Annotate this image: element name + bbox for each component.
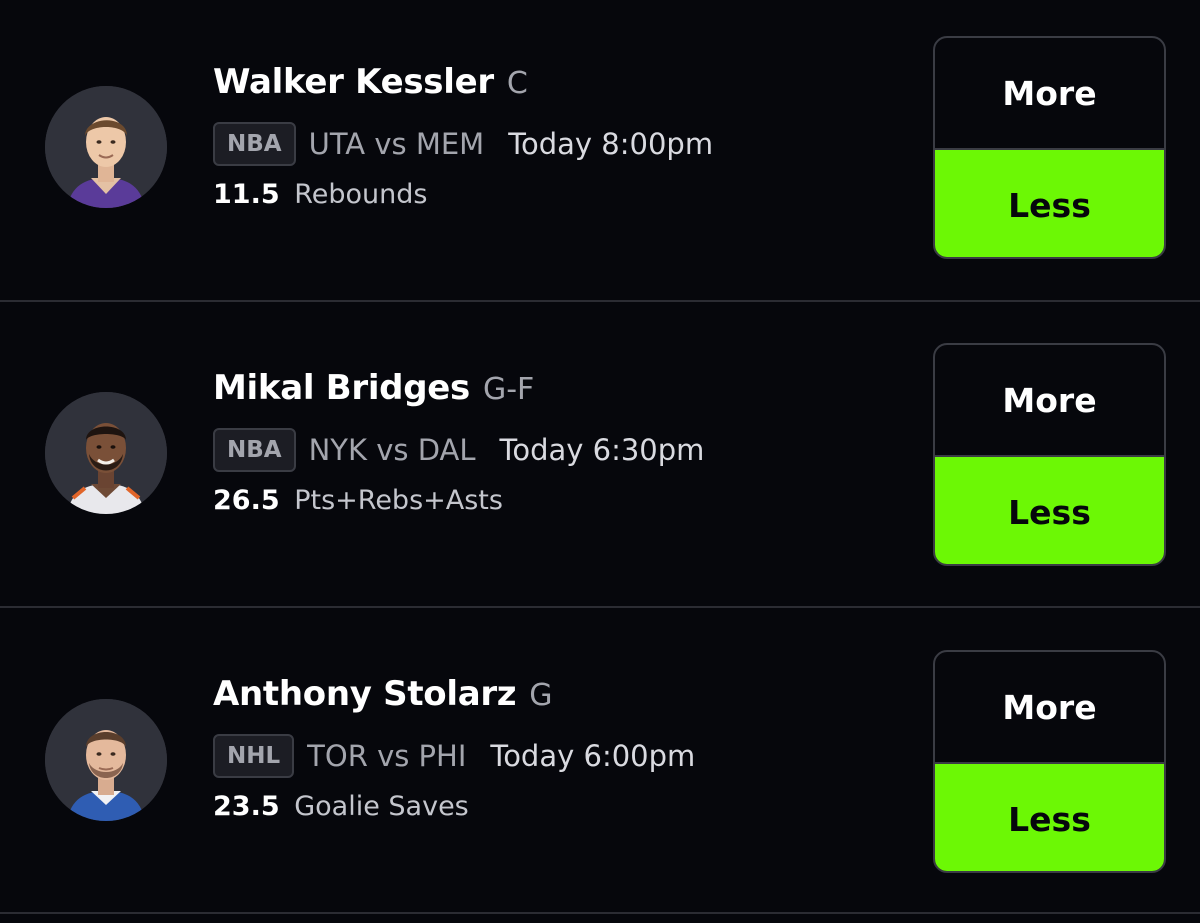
line-value: 26.5 — [213, 485, 280, 516]
matchup-text: UTA vs MEM — [308, 127, 485, 161]
league-badge: NBA — [213, 428, 296, 472]
player-avatar — [45, 392, 167, 514]
stat-line: 26.5 Pts+Rebs+Asts — [213, 485, 704, 516]
league-badge: NBA — [213, 122, 296, 166]
player-position: G-F — [482, 372, 535, 407]
matchup-text: TOR vs PHI — [307, 739, 467, 773]
less-button[interactable]: Less — [935, 457, 1164, 564]
player-name-line: Mikal Bridges G-F — [213, 368, 704, 418]
pick-info: Anthony Stolarz G NHL TOR vs PHI Today 6… — [213, 674, 695, 822]
player-pick-row: Anthony Stolarz G NHL TOR vs PHI Today 6… — [0, 612, 1200, 914]
player-name: Anthony Stolarz — [213, 674, 517, 714]
player-name-line: Walker Kessler C — [213, 62, 713, 112]
more-button[interactable]: More — [935, 38, 1164, 150]
stat-type: Goalie Saves — [294, 791, 469, 822]
more-less-toggle: More Less — [933, 343, 1166, 566]
less-button[interactable]: Less — [935, 150, 1164, 257]
game-meta-line: NBA NYK vs DAL Today 6:30pm — [213, 425, 704, 475]
league-badge: NHL — [213, 734, 295, 778]
player-pick-row: Mikal Bridges G-F NBA NYK vs DAL Today 6… — [0, 306, 1200, 608]
game-time: Today 8:00pm — [508, 127, 714, 161]
player-headshot-icon — [45, 86, 167, 208]
player-avatar — [45, 699, 167, 821]
more-less-toggle: More Less — [933, 650, 1166, 873]
more-less-toggle: More Less — [933, 36, 1166, 259]
stat-line: 11.5 Rebounds — [213, 179, 713, 210]
player-headshot-icon — [45, 392, 167, 514]
player-pick-list: Walker Kessler C NBA UTA vs MEM Today 8:… — [0, 0, 1200, 923]
more-button[interactable]: More — [935, 345, 1164, 457]
stat-type: Rebounds — [294, 179, 428, 210]
pick-info: Walker Kessler C NBA UTA vs MEM Today 8:… — [213, 62, 713, 210]
player-headshot-icon — [45, 699, 167, 821]
less-button[interactable]: Less — [935, 764, 1164, 871]
player-avatar — [45, 86, 167, 208]
player-pick-row: Walker Kessler C NBA UTA vs MEM Today 8:… — [0, 0, 1200, 302]
matchup-text: NYK vs DAL — [308, 433, 476, 467]
game-meta-line: NHL TOR vs PHI Today 6:00pm — [213, 731, 695, 781]
stat-line: 23.5 Goalie Saves — [213, 791, 695, 822]
stat-type: Pts+Rebs+Asts — [294, 485, 503, 516]
line-value: 11.5 — [213, 179, 280, 210]
player-name: Mikal Bridges — [213, 368, 470, 408]
player-name: Walker Kessler — [213, 62, 494, 102]
pick-info: Mikal Bridges G-F NBA NYK vs DAL Today 6… — [213, 368, 704, 516]
game-time: Today 6:00pm — [490, 739, 696, 773]
player-name-line: Anthony Stolarz G — [213, 674, 695, 724]
more-button[interactable]: More — [935, 652, 1164, 764]
game-time: Today 6:30pm — [499, 433, 705, 467]
game-meta-line: NBA UTA vs MEM Today 8:00pm — [213, 119, 713, 169]
line-value: 23.5 — [213, 791, 280, 822]
player-position: G — [529, 678, 553, 713]
player-position: C — [506, 66, 528, 101]
